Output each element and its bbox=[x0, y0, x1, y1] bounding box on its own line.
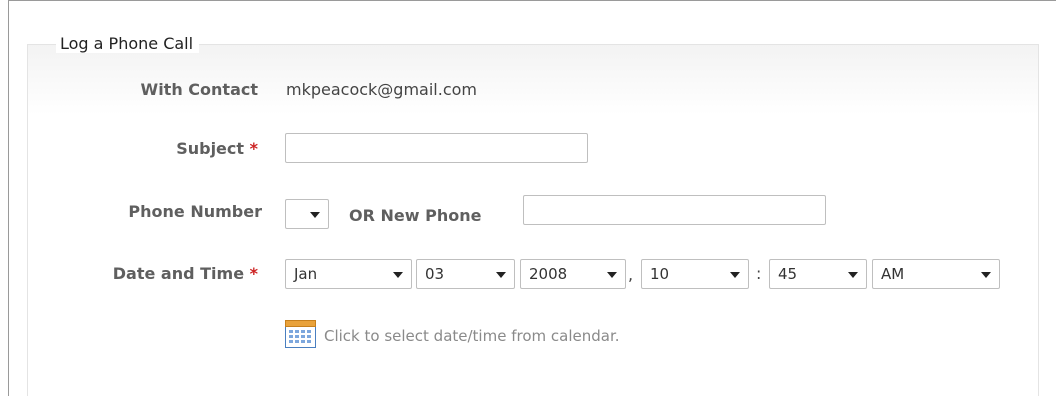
date-comma: , bbox=[628, 265, 634, 284]
hour-select[interactable]: 10 bbox=[641, 259, 749, 289]
month-select[interactable]: Jan bbox=[285, 259, 412, 289]
ampm-select[interactable]: AM bbox=[872, 259, 1000, 289]
required-marker: * bbox=[249, 264, 258, 283]
day-select[interactable]: 03 bbox=[416, 259, 515, 289]
fieldset-legend: Log a Phone Call bbox=[56, 34, 200, 53]
phone-number-select[interactable] bbox=[285, 199, 329, 229]
minute-select[interactable]: 45 bbox=[769, 259, 867, 289]
phone-number-label: Phone Number bbox=[0, 202, 262, 221]
year-select[interactable]: 2008 bbox=[520, 259, 626, 289]
or-new-phone-label-text: OR New Phone bbox=[349, 206, 482, 225]
chevron-down-icon bbox=[496, 272, 506, 278]
calendar-icon[interactable] bbox=[285, 320, 316, 348]
required-marker: * bbox=[249, 139, 258, 158]
with-contact-label: With Contact bbox=[0, 80, 258, 99]
with-contact-label-text: With Contact bbox=[140, 80, 258, 99]
subject-label-text: Subject bbox=[176, 139, 245, 158]
calendar-link[interactable]: Click to select date/time from calendar. bbox=[324, 327, 620, 345]
ampm-value: AM bbox=[881, 265, 905, 283]
hour-value: 10 bbox=[650, 265, 670, 283]
subject-input[interactable] bbox=[285, 133, 588, 163]
new-phone-input[interactable] bbox=[523, 195, 826, 225]
minute-value: 45 bbox=[778, 265, 798, 283]
chevron-down-icon bbox=[730, 272, 740, 278]
chevron-down-icon bbox=[393, 272, 403, 278]
time-colon: : bbox=[756, 264, 762, 283]
subject-label: Subject * bbox=[0, 139, 258, 158]
date-time-label-text: Date and Time bbox=[112, 264, 245, 283]
date-time-label: Date and Time * bbox=[0, 264, 258, 283]
or-new-phone-label: OR New Phone bbox=[349, 206, 519, 225]
with-contact-value: mkpeacock@gmail.com bbox=[286, 80, 477, 99]
chevron-down-icon bbox=[310, 212, 320, 218]
year-value: 2008 bbox=[529, 265, 568, 283]
chevron-down-icon bbox=[981, 272, 991, 278]
chevron-down-icon bbox=[848, 272, 858, 278]
chevron-down-icon bbox=[607, 272, 617, 278]
day-value: 03 bbox=[425, 265, 445, 283]
phone-number-label-text: Phone Number bbox=[128, 202, 262, 221]
month-value: Jan bbox=[294, 265, 318, 283]
